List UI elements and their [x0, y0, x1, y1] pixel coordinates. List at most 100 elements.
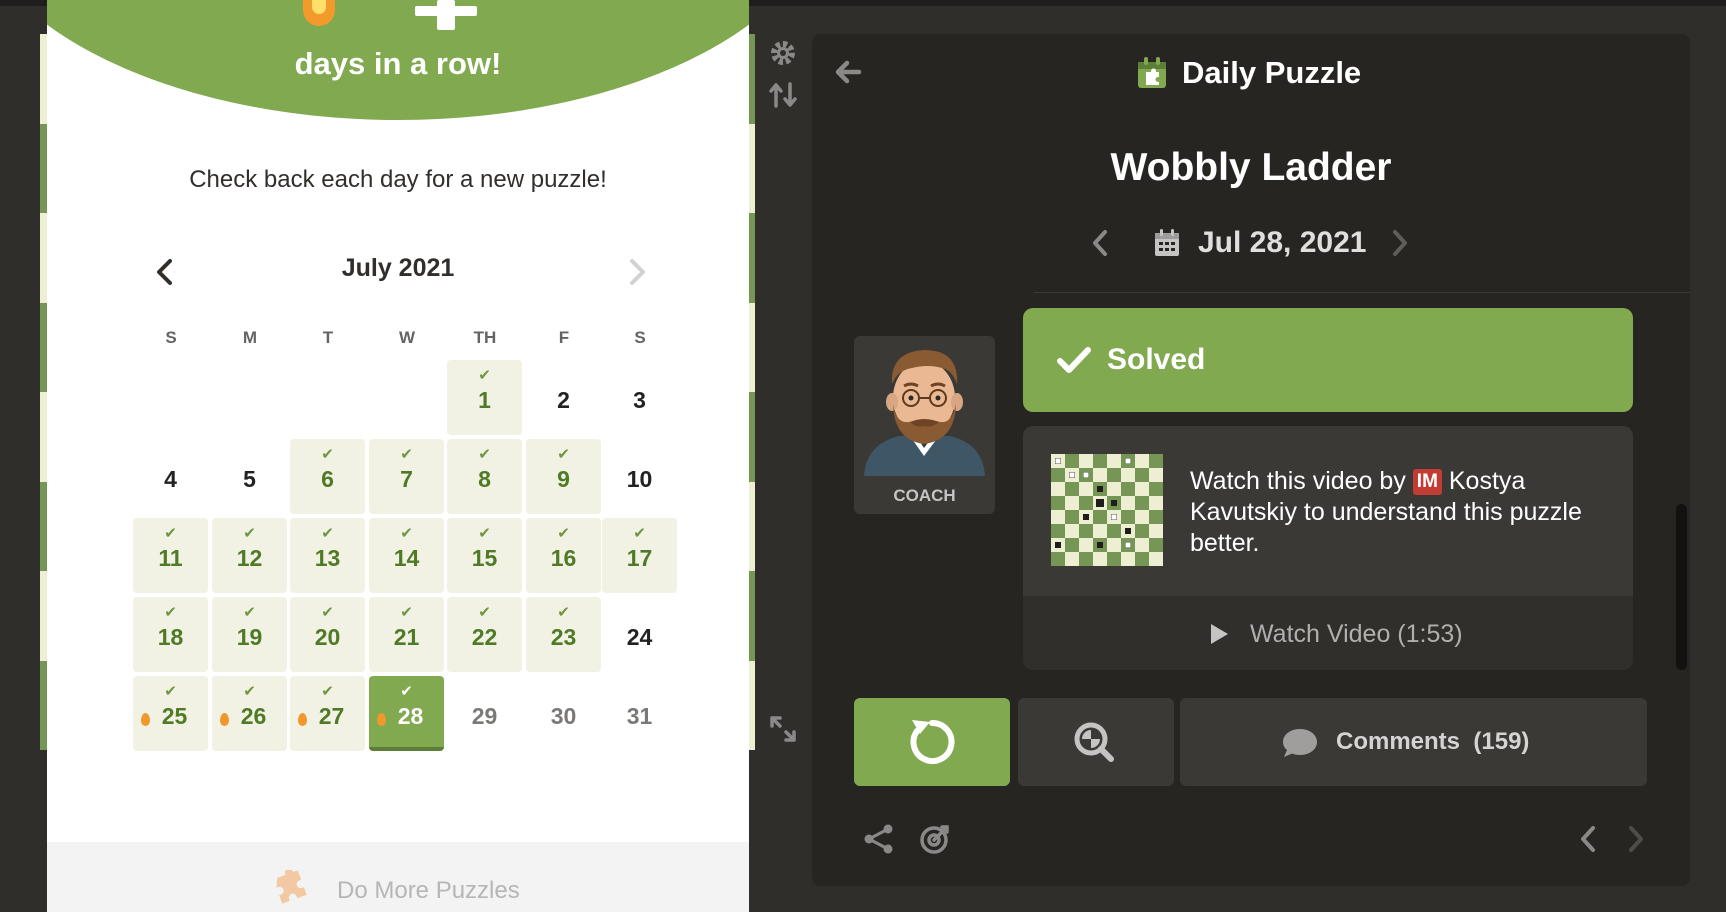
- puzzle-date[interactable]: Jul 28, 2021: [1198, 226, 1366, 260]
- calendar-day[interactable]: 5: [212, 439, 287, 514]
- retry-button[interactable]: [854, 698, 1010, 786]
- check-icon: [1056, 344, 1092, 376]
- calendar-day-number: 12: [236, 545, 263, 571]
- coach-avatar: [864, 350, 985, 476]
- calendar-day[interactable]: ✔ 11: [133, 518, 208, 593]
- next-puzzle-button[interactable]: [1618, 822, 1652, 856]
- check-icon: ✔: [557, 604, 570, 621]
- calendar-day-number: 28: [397, 703, 424, 729]
- analysis-button[interactable]: [1018, 698, 1174, 786]
- calendar-day[interactable]: ✔ 13: [290, 518, 365, 593]
- calendar-day-number: 7: [400, 466, 413, 492]
- flame-icon: [303, 0, 335, 26]
- settings-button[interactable]: [768, 38, 798, 68]
- share-button[interactable]: [862, 822, 896, 856]
- chevron-left-icon: [1093, 230, 1107, 256]
- calendar-day[interactable]: 30: [526, 676, 601, 751]
- calendar-day[interactable]: ✔ 16: [526, 518, 601, 593]
- check-icon: ✔: [400, 446, 413, 463]
- check-icon: ✔: [243, 604, 256, 621]
- comments-label[interactable]: Comments (159): [1336, 728, 1529, 756]
- page-header-title: Daily Puzzle: [1182, 55, 1362, 90]
- target-icon: [920, 825, 949, 854]
- check-icon: ✔: [478, 525, 491, 542]
- calendar-day[interactable]: ✔ 1: [447, 360, 522, 435]
- check-icon: ✔: [557, 446, 570, 463]
- share-icon: [864, 824, 893, 854]
- settings-icon: [771, 41, 795, 65]
- calendar-day[interactable]: ✔ 27: [290, 676, 365, 751]
- next-day-button[interactable]: [1388, 226, 1412, 260]
- calendar-day[interactable]: ✔ 9: [526, 439, 601, 514]
- calendar-day-number: 27: [318, 703, 345, 729]
- calendar-day[interactable]: 10: [602, 439, 677, 514]
- calendar-day[interactable]: 31: [602, 676, 677, 751]
- puzzle-piece-icon: [273, 868, 307, 904]
- video-thumbnail[interactable]: [1051, 454, 1163, 566]
- check-icon: ✔: [478, 604, 491, 621]
- calendar-day[interactable]: ✔ 26: [212, 676, 287, 751]
- calendar-day-number: 5: [243, 466, 256, 492]
- calendar-day-number: 2: [557, 387, 570, 413]
- calendar-day[interactable]: ✔ 17: [602, 518, 677, 593]
- flip-board-button[interactable]: [768, 80, 798, 110]
- coach-label: COACH: [893, 486, 956, 505]
- weekday-label: S: [165, 328, 177, 347]
- check-icon: ✔: [633, 525, 646, 542]
- calendar-day[interactable]: 2: [526, 360, 601, 435]
- calendar-day-number: 15: [471, 545, 498, 571]
- comments-button[interactable]: Comments (159): [1180, 698, 1647, 786]
- calendar-icon[interactable]: [1154, 229, 1180, 257]
- streak-label: days in a row!: [294, 46, 502, 81]
- calendar-day[interactable]: ✔ 8: [447, 439, 522, 514]
- calendar-day[interactable]: ✔ 6: [290, 439, 365, 514]
- watch-video-label[interactable]: Watch Video (1:53): [1250, 620, 1463, 649]
- previous-day-button[interactable]: [1088, 226, 1112, 260]
- calendar-day[interactable]: ✔ 19: [212, 597, 287, 672]
- weekday-label: W: [398, 328, 416, 347]
- calendar-day-number: 9: [557, 466, 570, 492]
- previous-puzzle-button[interactable]: [1572, 822, 1606, 856]
- calendar-day[interactable]: ✔ 25: [133, 676, 208, 751]
- check-icon: ✔: [321, 525, 334, 542]
- flip-board-icon: [769, 82, 797, 108]
- check-icon: ✔: [321, 683, 334, 700]
- do-more-puzzles-label[interactable]: Do More Puzzles: [337, 877, 520, 905]
- expand-button[interactable]: [768, 714, 798, 744]
- calendar-day-number: 20: [314, 624, 341, 650]
- check-icon: ✔: [400, 525, 413, 542]
- calendar-day[interactable]: ✔ 14: [369, 518, 444, 593]
- calendar-day[interactable]: ✔ 28: [369, 676, 444, 751]
- calendar-day[interactable]: ✔ 7: [369, 439, 444, 514]
- calendar-day-number: 11: [158, 545, 183, 571]
- calendar-day-number: 13: [314, 545, 341, 571]
- comments-count: (159): [1473, 728, 1530, 755]
- calendar-day[interactable]: 3: [602, 360, 677, 435]
- calendar-day-number: 1: [478, 387, 491, 413]
- calendar-day[interactable]: 24: [602, 597, 677, 672]
- panel-scrollbar[interactable]: [1676, 504, 1687, 670]
- check-icon: ✔: [400, 683, 413, 700]
- check-back-text: Check back each day for a new puzzle!: [189, 166, 607, 193]
- calendar-day[interactable]: 29: [447, 676, 522, 751]
- check-icon: ✔: [557, 525, 570, 542]
- calendar-day[interactable]: ✔ 18: [133, 597, 208, 672]
- next-month-button[interactable]: [620, 256, 652, 288]
- streak-modal: days in a row! Check back each day for a…: [47, 0, 749, 912]
- back-arrow-icon: [835, 60, 862, 84]
- calendar-day[interactable]: ✔ 22: [447, 597, 522, 672]
- calendar-day[interactable]: ✔ 21: [369, 597, 444, 672]
- back-button[interactable]: [832, 56, 864, 88]
- calendar-day[interactable]: ✔ 15: [447, 518, 522, 593]
- chevron-right-icon: [1629, 826, 1643, 852]
- calendar-day-number: 14: [393, 545, 420, 571]
- target-button[interactable]: [918, 822, 952, 856]
- calendar-day[interactable]: ✔ 20: [290, 597, 365, 672]
- calendar-day[interactable]: ✔ 23: [526, 597, 601, 672]
- calendar-day-number: 4: [164, 466, 177, 492]
- calendar-day[interactable]: ✔ 12: [212, 518, 287, 593]
- expand-icon: [770, 716, 796, 742]
- calendar-day-number: 23: [550, 624, 577, 650]
- check-icon: ✔: [400, 604, 413, 621]
- calendar-day[interactable]: 4: [133, 439, 208, 514]
